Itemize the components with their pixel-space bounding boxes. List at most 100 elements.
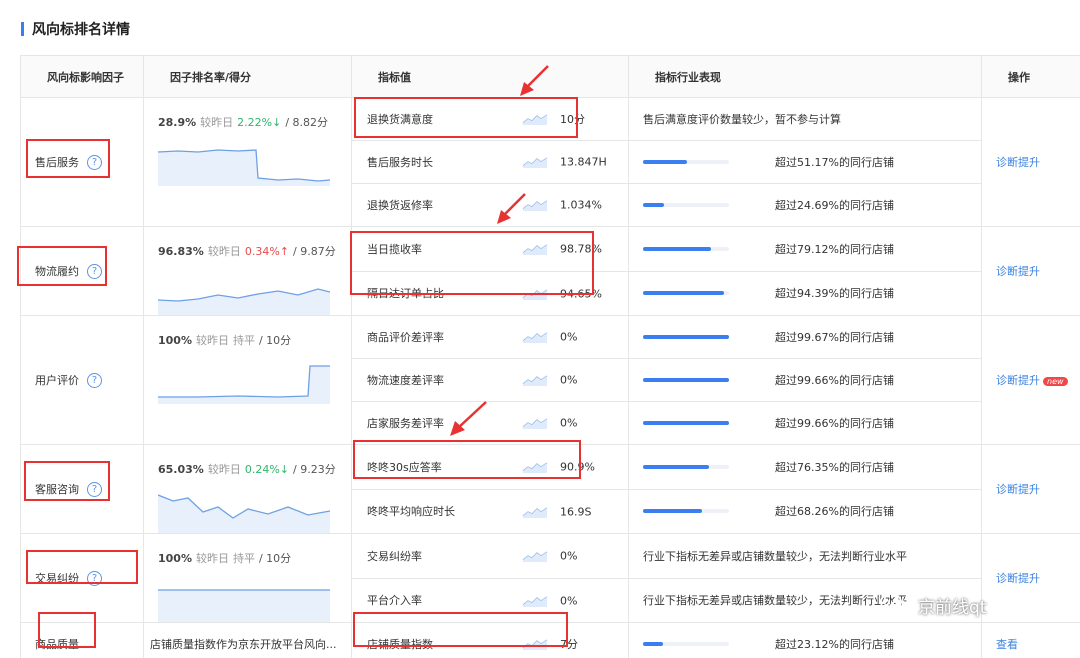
change-value: 0.34%↑ (244, 245, 289, 258)
action-cell: 诊断提升 (981, 444, 1080, 534)
indicator-value-group: 1.034% (502, 198, 602, 212)
performance-cell: 超过23.12%的同行店铺 (628, 622, 982, 658)
diagnose-link[interactable]: 查看 (996, 638, 1018, 651)
score-value: / 9.23分 (293, 463, 336, 476)
page-title: 风向标排名详情 (32, 22, 130, 38)
trend-mini-icon[interactable] (522, 113, 548, 125)
help-icon[interactable]: ? (87, 481, 102, 497)
trend-mini-icon[interactable] (522, 638, 548, 650)
performance-cell: 超过76.35%的同行店铺 (628, 444, 982, 490)
header-performance: 指标行业表现 (628, 55, 982, 98)
trend-mini-icon[interactable] (522, 550, 548, 562)
trend-mini-icon[interactable] (522, 461, 548, 473)
compare-label: 较昨日 (200, 116, 234, 129)
score-cell: 65.03% 较昨日 0.24%↓ / 9.23分 (143, 444, 352, 534)
indicator-cell: 隔日达订单占比 94.65% (351, 270, 629, 316)
performance-bar (643, 509, 729, 514)
indicator-name: 店铺质量指数 (367, 638, 433, 651)
trend-sparkline[interactable] (158, 485, 330, 533)
action-cell: 诊断提升 (981, 97, 1080, 227)
score-summary: 96.83% 较昨日 0.34%↑ / 9.87分 (158, 243, 337, 259)
score-summary: 28.9% 较昨日 2.22%↓/ 8.82分 (158, 114, 337, 130)
help-icon[interactable]: ? (87, 570, 102, 586)
factor-cell: 交易纠纷? (20, 533, 144, 623)
factor-cell: 物流履约? (20, 226, 144, 316)
trend-mini-icon[interactable] (522, 374, 548, 387)
indicator-name: 售后服务时长 (367, 156, 433, 169)
performance-text: 超过76.35%的同行店铺 (775, 460, 894, 474)
performance-text: 超过24.69%的同行店铺 (775, 199, 894, 212)
performance-bar (643, 335, 729, 339)
indicator-value-group: 16.9S (502, 505, 591, 518)
indicator-cell: 售后服务时长 13.847H (351, 140, 629, 184)
indicator-value: 98.78% (560, 242, 602, 256)
diagnose-link[interactable]: 诊断提升 (996, 572, 1040, 585)
indicator-cell: 退换货满意度 10分 (351, 97, 629, 141)
diagnose-link[interactable]: 诊断提升 (996, 483, 1040, 496)
diagnose-link[interactable]: 诊断提升 (996, 265, 1040, 278)
factor-cell: 用户评价? (20, 315, 144, 445)
change-value: 0.24%↓ (244, 463, 289, 476)
trend-mini-icon[interactable] (522, 506, 548, 518)
score-summary: 100% 较昨日 持平/ 10分 (158, 332, 337, 348)
indicator-value: 7分 (560, 638, 578, 651)
indicator-value-group: 98.78% (502, 242, 602, 256)
performance-bar-fill (643, 464, 709, 469)
performance-text: 行业下指标无差异或店铺数量较少，无法判断行业水平 (643, 549, 907, 563)
trend-mini-icon[interactable] (522, 331, 548, 344)
indicator-value: 0% (560, 594, 578, 607)
trend-sparkline[interactable] (158, 138, 330, 186)
indicator-value: 10分 (560, 113, 585, 126)
factor-name: 售后服务 (35, 156, 79, 169)
table-row: 物流履约? 96.83% 较昨日 0.34%↑ / 9.87分 当日揽收率 98.78… (20, 226, 1080, 316)
table-row: 交易纠纷? 100% 较昨日 持平/ 10分 交易纠纷率 0% 行业下指标无差异或店… (20, 533, 1080, 623)
diagnose-link[interactable]: 诊断提升 (996, 374, 1040, 387)
trend-mini-icon[interactable] (522, 417, 548, 430)
trend-sparkline[interactable] (158, 356, 330, 404)
performance-bar (643, 246, 729, 251)
performance-text: 行业下指标无差异或店铺数量较少，无法判断行业水平 (643, 594, 907, 608)
indicator-value-group: 0% (502, 416, 577, 430)
indicator-value: 0% (560, 330, 578, 344)
performance-cell: 超过99.67%的同行店铺 (628, 315, 982, 359)
trend-mini-icon[interactable] (522, 199, 548, 212)
wechat-icon (880, 593, 909, 616)
trend-sparkline[interactable] (158, 574, 330, 622)
table-row: 商品质量 店铺质量指数作为京东开放平台风向... 店铺质量指数 7分 超过23.1… (20, 622, 1080, 658)
help-icon[interactable]: ? (87, 263, 102, 279)
indicator-value-group: 0% (502, 594, 578, 607)
help-icon[interactable]: ? (87, 372, 102, 388)
performance-cell: 售后满意度评价数量较少，暂不参与计算 (628, 97, 982, 141)
performance-text: 超过99.66%的同行店铺 (775, 417, 894, 430)
trend-mini-icon[interactable] (522, 156, 548, 169)
factor-note: 店铺质量指数作为京东开放平台风向... (143, 622, 352, 658)
performance-bar (643, 421, 729, 425)
performance-cell: 超过24.69%的同行店铺 (628, 183, 982, 227)
performance-text: 超过51.17%的同行店铺 (775, 156, 894, 169)
factor-name: 商品质量 (35, 638, 79, 651)
performance-text: 超过68.26%的同行店铺 (775, 505, 894, 519)
indicator-name: 退换货满意度 (367, 113, 433, 126)
performance-bar (643, 464, 729, 469)
indicator-cell: 店铺质量指数 7分 (351, 622, 629, 658)
trend-mini-icon[interactable] (522, 288, 548, 300)
indicator-name: 咚咚平均响应时长 (367, 505, 455, 519)
trend-mini-icon[interactable] (522, 243, 548, 255)
indicator-value: 0% (560, 373, 578, 387)
table-row: 客服咨询? 65.03% 较昨日 0.24%↓ / 9.23分 咚咚30s应答率 90… (20, 444, 1080, 534)
indicator-value: 90.9% (560, 460, 595, 474)
performance-bar-fill (643, 642, 663, 646)
performance-bar (643, 378, 729, 382)
change-value: 2.22%↓ (237, 116, 282, 129)
performance-text: 超过99.67%的同行店铺 (775, 331, 894, 344)
help-icon[interactable]: ? (87, 154, 102, 170)
factor-cell: 商品质量 (20, 622, 144, 658)
trend-mini-icon[interactable] (522, 595, 548, 607)
score-cell: 28.9% 较昨日 2.22%↓/ 8.82分 (143, 97, 352, 227)
indicator-cell: 平台介入率 0% (351, 577, 629, 623)
trend-sparkline[interactable] (158, 267, 330, 315)
performance-bar-fill (643, 378, 729, 382)
diagnose-link[interactable]: 诊断提升 (996, 156, 1040, 169)
header-indicator: 指标值 (351, 55, 629, 98)
indicator-name: 隔日达订单占比 (367, 287, 444, 301)
